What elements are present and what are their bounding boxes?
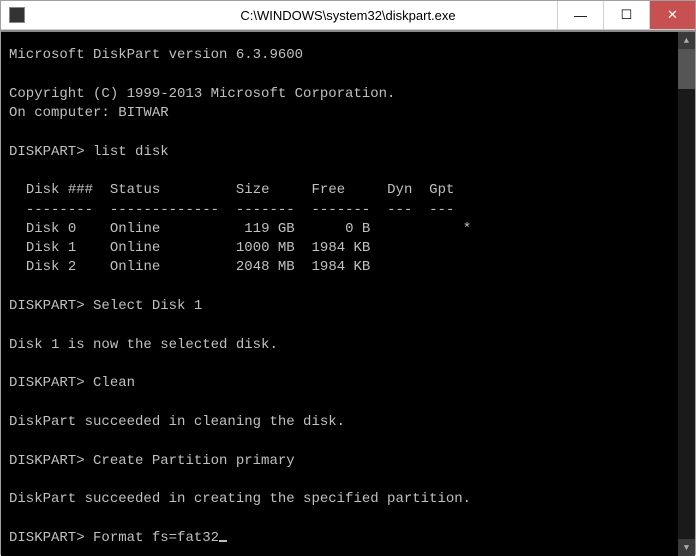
th-dyn: Dyn xyxy=(387,182,412,198)
prompt: DISKPART> xyxy=(9,530,85,546)
window-controls: — ☐ ✕ xyxy=(557,1,695,29)
scrollbar[interactable]: ▲ ▼ xyxy=(678,32,695,556)
cmd-format: Format fs=fat32 xyxy=(93,530,219,546)
th-status: Status xyxy=(110,182,160,198)
cell-status2: Online xyxy=(110,259,160,275)
sep-gpt: --- xyxy=(429,202,454,218)
cell-gpt0: * xyxy=(463,221,471,237)
maximize-button[interactable]: ☐ xyxy=(603,1,649,29)
scrollbar-thumb[interactable] xyxy=(678,49,695,89)
close-button[interactable]: ✕ xyxy=(649,1,695,29)
terminal[interactable]: Microsoft DiskPart version 6.3.9600 Copy… xyxy=(1,32,678,556)
th-disk: Disk ### xyxy=(26,182,93,198)
cell-size1: 1000 MB xyxy=(236,240,295,256)
cell-disk0: Disk 0 xyxy=(26,221,76,237)
msg-create: DiskPart succeeded in creating the speci… xyxy=(9,491,471,507)
minimize-button[interactable]: — xyxy=(557,1,603,29)
terminal-wrap: Microsoft DiskPart version 6.3.9600 Copy… xyxy=(1,30,695,556)
sep-dyn: --- xyxy=(387,202,412,218)
prompt: DISKPART> xyxy=(9,453,85,469)
cmd-clean: Clean xyxy=(93,375,135,391)
prompt: DISKPART> xyxy=(9,298,85,314)
scroll-up-icon[interactable]: ▲ xyxy=(678,32,695,49)
window-title: C:\WINDOWS\system32\diskpart.exe xyxy=(240,8,455,23)
cell-size2: 2048 MB xyxy=(236,259,295,275)
cell-free2: 1984 KB xyxy=(312,259,371,275)
cmd-select: Select Disk 1 xyxy=(93,298,202,314)
titlebar[interactable]: C:\WINDOWS\system32\diskpart.exe — ☐ ✕ xyxy=(1,1,695,30)
msg-clean: DiskPart succeeded in cleaning the disk. xyxy=(9,414,345,430)
sep-disk: -------- xyxy=(26,202,93,218)
th-size: Size xyxy=(236,182,270,198)
msg-selected: Disk 1 is now the selected disk. xyxy=(9,337,278,353)
cell-disk1: Disk 1 xyxy=(26,240,76,256)
version-line: Microsoft DiskPart version 6.3.9600 xyxy=(9,47,303,63)
app-icon xyxy=(9,7,25,23)
cell-size0: 119 GB xyxy=(244,221,294,237)
cell-free1: 1984 KB xyxy=(312,240,371,256)
th-gpt: Gpt xyxy=(429,182,454,198)
cmd-create: Create Partition primary xyxy=(93,453,295,469)
sep-free: ------- xyxy=(312,202,371,218)
computer-line: On computer: BITWAR xyxy=(9,105,169,121)
cell-status0: Online xyxy=(110,221,160,237)
cursor xyxy=(219,540,227,542)
cmd-list-disk: list disk xyxy=(93,144,169,160)
prompt: DISKPART> xyxy=(9,144,85,160)
scroll-down-icon[interactable]: ▼ xyxy=(678,539,695,556)
diskpart-window: C:\WINDOWS\system32\diskpart.exe — ☐ ✕ M… xyxy=(0,0,696,555)
prompt: DISKPART> xyxy=(9,375,85,391)
scrollbar-track[interactable] xyxy=(678,49,695,539)
cell-free0: 0 B xyxy=(345,221,370,237)
th-free: Free xyxy=(312,182,346,198)
copyright-line: Copyright (C) 1999-2013 Microsoft Corpor… xyxy=(9,86,395,102)
cell-disk2: Disk 2 xyxy=(26,259,76,275)
sep-size: ------- xyxy=(236,202,295,218)
sep-status: ------------- xyxy=(110,202,219,218)
cell-status1: Online xyxy=(110,240,160,256)
